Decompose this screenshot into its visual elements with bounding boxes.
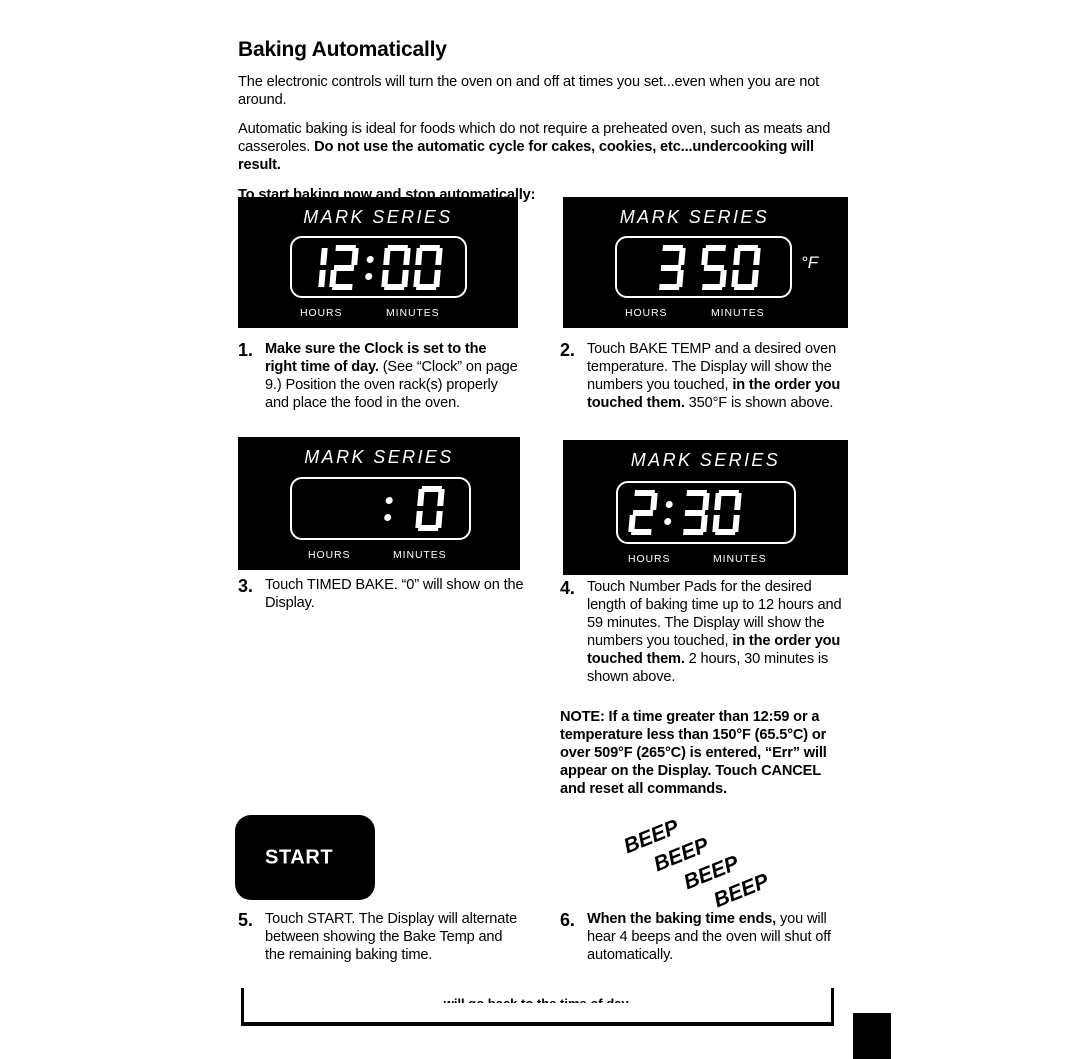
- step-text: Touch TIMED BAKE. “0” will show on the D…: [238, 576, 538, 612]
- step-number: 3.: [238, 576, 253, 596]
- step-6: 6. When the baking time ends, you will h…: [560, 910, 850, 964]
- step-text: Touch START. The Display will alternate …: [238, 910, 523, 964]
- lcd-colon: [381, 486, 397, 531]
- step-text: Touch Number Pads for the desired length…: [560, 578, 850, 686]
- oven-display-timed-bake: MARK SERIES HOURS MINUTES: [238, 437, 520, 570]
- beep-graphic: BEEP BEEP BEEP BEEP: [621, 815, 775, 912]
- hours-label: HOURS: [628, 553, 671, 565]
- step-2: 2. Touch BAKE TEMP and a desired oven te…: [560, 340, 850, 412]
- lcd-digit: [712, 490, 742, 535]
- automatic-baking-paragraph: Automatic baking is ideal for foods whic…: [238, 120, 854, 174]
- lcd-readout-clock: [300, 245, 458, 290]
- step-1: 1. Make sure the Clock is set to the rig…: [238, 340, 520, 412]
- start-button-label: START: [265, 846, 334, 868]
- intro-paragraph: The electronic controls will turn the ov…: [238, 74, 820, 109]
- step-5: 5. Touch START. The Display will alterna…: [238, 910, 523, 964]
- minutes-label: MINUTES: [713, 553, 767, 565]
- step-bold-lead: When the baking time ends,: [587, 911, 777, 927]
- lcd-colon: [362, 245, 378, 290]
- start-button[interactable]: START: [235, 815, 375, 900]
- brand-label: MARK SERIES: [619, 207, 770, 227]
- step-number: 2.: [560, 340, 575, 360]
- step-pre: Touch START. The Display will alternate …: [265, 911, 518, 964]
- hours-label: HOURS: [300, 307, 343, 319]
- hours-label: HOURS: [308, 549, 351, 561]
- panel-axis-labels: HOURS MINUTES: [238, 307, 518, 321]
- panel-axis-labels: HOURS MINUTES: [238, 549, 520, 563]
- minutes-label: MINUTES: [386, 307, 440, 319]
- lcd-digit: [656, 245, 686, 290]
- brand-label: MARK SERIES: [630, 450, 781, 470]
- lcd-digit: [731, 245, 761, 290]
- lcd-digit: [699, 245, 729, 290]
- lcd-digit: [413, 245, 443, 290]
- lcd-digit: [628, 490, 658, 535]
- paragraph-bold-warning: Do not use the automatic cycle for cakes…: [238, 139, 814, 174]
- step-post: 350°F is shown above.: [684, 395, 834, 412]
- step-number: 5.: [238, 910, 253, 930]
- minutes-label: MINUTES: [711, 307, 765, 319]
- intro-content: Baking Automatically The electronic cont…: [238, 38, 854, 204]
- lcd-digit: [680, 490, 710, 535]
- lcd-digit: [298, 245, 328, 290]
- step-4: 4. Touch Number Pads for the desired len…: [560, 578, 850, 686]
- step-text: Touch BAKE TEMP and a desired oven tempe…: [560, 340, 850, 412]
- step-text: Make sure the Clock is set to the right …: [238, 340, 520, 412]
- oven-display-bake-temp: MARK SERIES °F HOURS MINUTES: [563, 197, 848, 328]
- oven-display-clock: MARK SERIES HOURS MINUTES: [238, 197, 518, 328]
- page-title: Baking Automatically: [238, 38, 447, 61]
- lcd-digit: [329, 245, 359, 290]
- lcd-colon: [661, 490, 677, 535]
- note-block: NOTE: If a time greater than 12:59 or a …: [560, 709, 827, 798]
- step-number: 4.: [560, 578, 575, 598]
- minutes-label: MINUTES: [393, 549, 447, 561]
- oven-display-bake-time: MARK SERIES HOURS MINUTES: [563, 440, 848, 575]
- step-3: 3. Touch TIMED BAKE. “0” will show on th…: [238, 576, 538, 612]
- temperature-unit-label: °F: [801, 253, 819, 272]
- document-page: Baking Automatically The electronic cont…: [0, 0, 1080, 1059]
- step-text: When the baking time ends, you will hear…: [560, 910, 850, 964]
- lcd-readout-timed-bake: [383, 486, 463, 531]
- clipped-callout-box: [241, 988, 834, 1026]
- panel-axis-labels: HOURS MINUTES: [563, 553, 848, 567]
- lcd-readout-bake-time: [628, 490, 785, 535]
- panel-axis-labels: HOURS MINUTES: [563, 307, 848, 321]
- step-number: 1.: [238, 340, 253, 360]
- lcd-digit: [381, 245, 411, 290]
- brand-label: MARK SERIES: [303, 207, 453, 227]
- page-corner-tab: [853, 1013, 891, 1059]
- step-pre: Touch TIMED BAKE. “0” will show on the D…: [265, 577, 524, 612]
- step-number: 6.: [560, 910, 575, 930]
- brand-label: MARK SERIES: [304, 447, 454, 467]
- hours-label: HOURS: [625, 307, 668, 319]
- lcd-readout-temperature: [658, 245, 788, 290]
- lcd-digit: [415, 486, 445, 531]
